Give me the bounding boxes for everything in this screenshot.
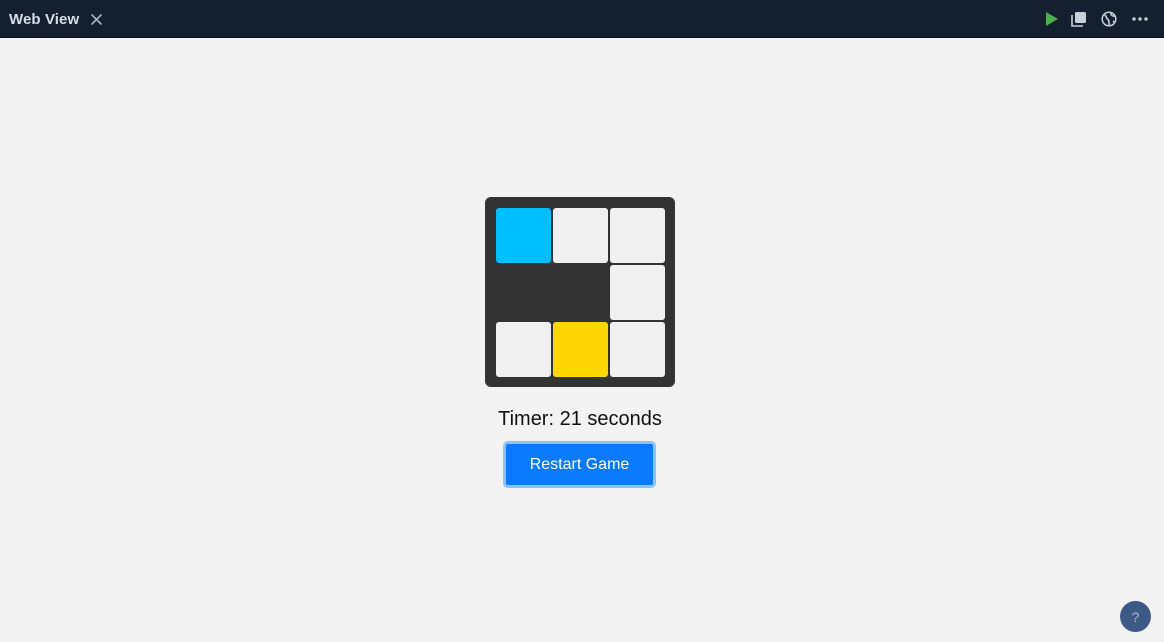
- web-view-tab[interactable]: Web View: [0, 0, 103, 38]
- grid-cell-yellow-r3c2[interactable]: [553, 322, 608, 377]
- game-board: [485, 197, 675, 387]
- restart-game-button[interactable]: Restart Game: [503, 441, 656, 488]
- play-icon[interactable]: [1042, 9, 1062, 29]
- title-bar: Web View: [0, 0, 1164, 38]
- close-icon[interactable]: [89, 12, 103, 26]
- copy-icon[interactable]: [1069, 9, 1089, 29]
- help-button[interactable]: ?: [1120, 601, 1151, 632]
- grid-cell-light-r3c3[interactable]: [610, 322, 665, 377]
- globe-icon[interactable]: [1099, 9, 1119, 29]
- grid-cell-light-r1c2[interactable]: [553, 208, 608, 263]
- grid-cell-blue-r1c1[interactable]: [496, 208, 551, 263]
- grid-cell-light-r3c1[interactable]: [496, 322, 551, 377]
- tab-title: Web View: [9, 10, 80, 28]
- more-icon[interactable]: [1130, 9, 1150, 29]
- grid-cell-light-r1c3[interactable]: [610, 208, 665, 263]
- timer-text: Timer: 21 seconds: [498, 408, 662, 430]
- grid-cell-light-r2c3[interactable]: [610, 265, 665, 320]
